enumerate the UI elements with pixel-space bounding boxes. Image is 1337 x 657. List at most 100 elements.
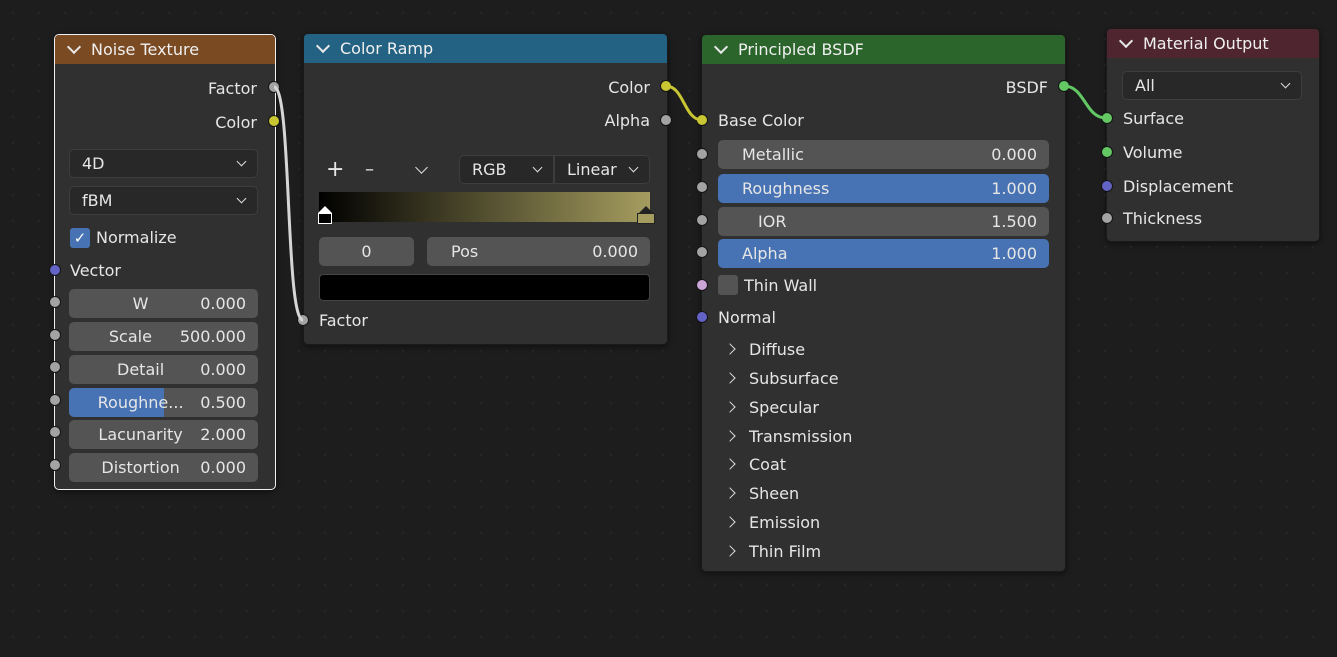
- principled-bsdf-header[interactable]: Principled BSDF: [702, 35, 1065, 64]
- surface-input-label: Surface: [1123, 109, 1184, 128]
- remove-stop-button[interactable]: –: [365, 159, 374, 181]
- panel-subsurface[interactable]: Subsurface: [724, 367, 839, 389]
- input-factor-label: Factor: [319, 311, 368, 330]
- principled-bsdf-node[interactable]: Principled BSDF BSDF Base Color Metallic…: [701, 34, 1066, 572]
- output-bsdf-label: BSDF: [1005, 78, 1048, 97]
- ramp-color-output-socket[interactable]: [660, 80, 672, 92]
- chevron-right-icon: [724, 516, 736, 528]
- noise-detail-input-socket[interactable]: [49, 361, 61, 373]
- lacunarity-field[interactable]: Lacunarity 2.000: [69, 420, 258, 449]
- noise-vector-input-socket[interactable]: [49, 264, 61, 276]
- normalize-label: Normalize: [96, 228, 177, 247]
- collapse-chevron-icon[interactable]: [1118, 33, 1134, 49]
- bsdf-output-socket[interactable]: [1058, 80, 1070, 92]
- output-alpha-label: Alpha: [604, 111, 651, 130]
- interpolation-dropdown[interactable]: Linear: [554, 155, 650, 184]
- node-title: Noise Texture: [91, 40, 200, 59]
- render-target-dropdown[interactable]: All: [1122, 71, 1302, 100]
- panel-thin-film[interactable]: Thin Film: [724, 540, 821, 562]
- distortion-field[interactable]: Distortion 0.000: [69, 453, 258, 482]
- output-color-label: Color: [215, 113, 257, 132]
- roughness-input-socket[interactable]: [696, 181, 708, 193]
- chevron-right-icon: [724, 343, 736, 355]
- link-bsdf-to-surface[interactable]: [1063, 84, 1107, 120]
- color-ramp-gradient[interactable]: [319, 192, 650, 222]
- ior-field[interactable]: IOR 1.500: [718, 207, 1049, 236]
- panel-diffuse[interactable]: Diffuse: [724, 338, 805, 360]
- scale-field[interactable]: Scale 500.000: [69, 322, 258, 351]
- output-color-label: Color: [608, 78, 650, 97]
- w-field[interactable]: W 0.000: [69, 289, 258, 318]
- node-title: Material Output: [1143, 34, 1269, 53]
- metallic-field[interactable]: Metallic 0.000: [718, 140, 1049, 169]
- displacement-input-socket[interactable]: [1101, 180, 1113, 192]
- chevron-down-icon: [532, 162, 543, 173]
- thickness-input-socket[interactable]: [1101, 212, 1113, 224]
- displacement-input-label: Displacement: [1123, 177, 1233, 196]
- color-ramp-header[interactable]: Color Ramp: [304, 34, 667, 63]
- color-mode-dropdown[interactable]: RGB: [459, 155, 554, 184]
- panel-coat[interactable]: Coat: [724, 453, 786, 475]
- thin-wall-label: Thin Wall: [744, 276, 818, 295]
- material-output-header[interactable]: Material Output: [1107, 29, 1319, 58]
- volume-input-label: Volume: [1123, 143, 1183, 162]
- color-stop-black[interactable]: [318, 206, 332, 224]
- surface-input-socket[interactable]: [1101, 112, 1113, 124]
- ior-input-socket[interactable]: [696, 214, 708, 226]
- color-ramp-node[interactable]: Color Ramp Color Alpha + – RGB Linear 0 …: [303, 33, 668, 345]
- chevron-right-icon: [724, 545, 736, 557]
- noise-type-dropdown[interactable]: fBM: [69, 186, 258, 215]
- volume-input-socket[interactable]: [1101, 146, 1113, 158]
- roughness-slider[interactable]: Roughne... 0.500: [69, 388, 258, 417]
- chevron-right-icon: [724, 458, 736, 470]
- add-stop-button[interactable]: +: [326, 159, 344, 181]
- normalize-checkbox[interactable]: ✓: [70, 228, 90, 248]
- thin-wall-checkbox[interactable]: [718, 275, 738, 295]
- chevron-down-icon: [236, 156, 247, 167]
- alpha-field[interactable]: Alpha 1.000: [718, 239, 1049, 268]
- noise-color-output-socket[interactable]: [268, 115, 280, 127]
- output-factor-label: Factor: [208, 79, 257, 98]
- ramp-alpha-output-socket[interactable]: [660, 114, 672, 126]
- panel-specular[interactable]: Specular: [724, 396, 819, 418]
- chevron-down-icon: [628, 162, 639, 173]
- noise-factor-output-socket[interactable]: [268, 81, 280, 93]
- chevron-right-icon: [724, 430, 736, 442]
- chevron-right-icon: [724, 372, 736, 384]
- roughness-field[interactable]: Roughness 1.000: [718, 174, 1049, 203]
- noise-distortion-input-socket[interactable]: [49, 459, 61, 471]
- noise-roughness-input-socket[interactable]: [49, 394, 61, 406]
- thickness-input-label: Thickness: [1123, 209, 1203, 228]
- panel-transmission[interactable]: Transmission: [724, 425, 852, 447]
- noise-texture-header[interactable]: Noise Texture: [55, 35, 275, 64]
- noise-texture-node[interactable]: Noise Texture Factor Color 4D fBM ✓ Norm…: [54, 34, 276, 490]
- noise-lacunarity-input-socket[interactable]: [49, 426, 61, 438]
- collapse-chevron-icon[interactable]: [315, 38, 331, 54]
- dimensions-dropdown[interactable]: 4D: [69, 149, 258, 178]
- chevron-right-icon: [724, 401, 736, 413]
- collapse-chevron-icon[interactable]: [713, 39, 729, 55]
- panel-emission[interactable]: Emission: [724, 511, 820, 533]
- thin-wall-input-socket[interactable]: [696, 279, 708, 291]
- stop-color-swatch[interactable]: [319, 274, 650, 301]
- chevron-down-icon: [236, 193, 247, 204]
- node-title: Principled BSDF: [738, 40, 864, 59]
- base-color-input-socket[interactable]: [696, 114, 708, 126]
- stop-index-field[interactable]: 0: [319, 237, 414, 266]
- panel-sheen[interactable]: Sheen: [724, 482, 799, 504]
- detail-field[interactable]: Detail 0.000: [69, 355, 258, 384]
- base-color-label: Base Color: [718, 111, 804, 130]
- noise-w-input-socket[interactable]: [49, 296, 61, 308]
- ramp-menu-chevron-icon[interactable]: [415, 161, 428, 174]
- stop-position-field[interactable]: Pos 0.000: [427, 237, 650, 266]
- collapse-chevron-icon[interactable]: [66, 39, 82, 55]
- noise-scale-input-socket[interactable]: [49, 329, 61, 341]
- material-output-node[interactable]: Material Output All Surface Volume Displ…: [1106, 28, 1320, 242]
- color-stop-tan[interactable]: [637, 206, 655, 224]
- link-ramp-color-to-base-color[interactable]: [665, 84, 703, 122]
- alpha-input-socket[interactable]: [696, 246, 708, 258]
- metallic-input-socket[interactable]: [696, 148, 708, 160]
- chevron-down-icon: [1280, 78, 1291, 89]
- ramp-factor-input-socket[interactable]: [297, 314, 309, 326]
- normal-input-socket[interactable]: [696, 311, 708, 323]
